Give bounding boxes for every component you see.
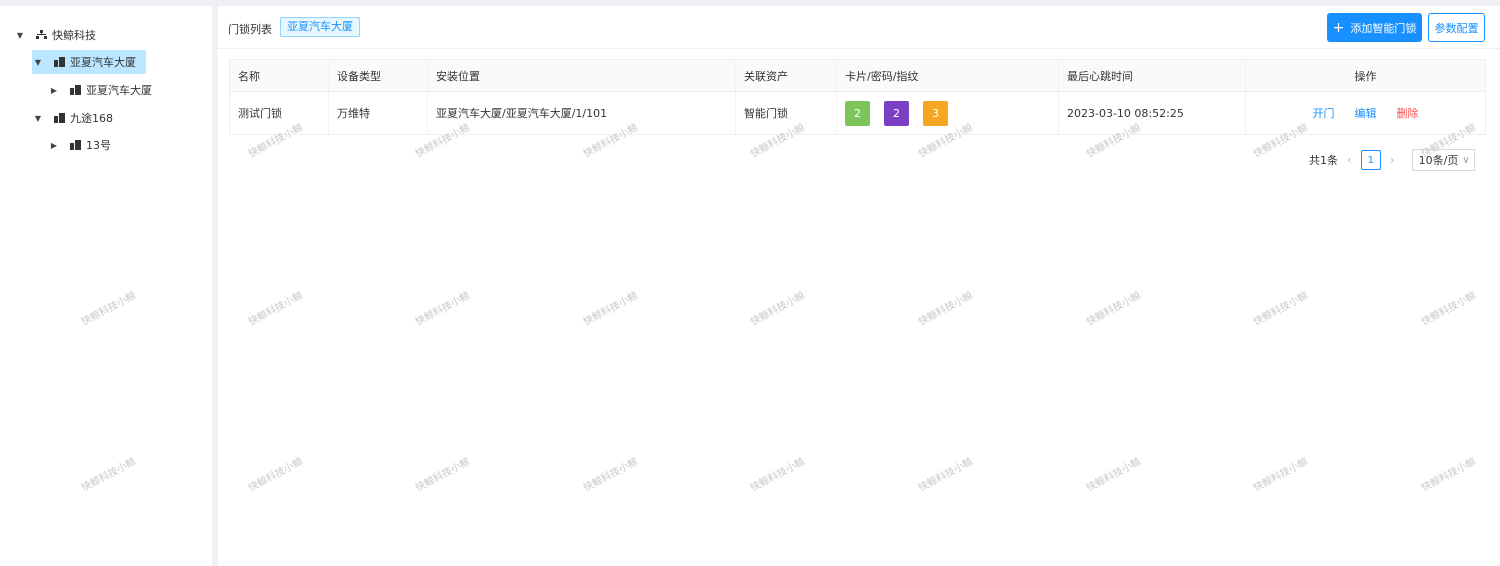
cell-type: 万维特 [329,92,428,134]
chevron-down-icon: ∨ [1462,154,1470,166]
tree-node-label: 亚夏汽车大厦 [86,84,152,97]
tree-node-label: 快鲸科技 [52,29,96,42]
org-tree-sidebar: ▼ 快鲸科技 ▼ 亚夏汽车大厦 ▶ 亚夏汽车大厦 ▼ 九途168 ▶ 13号 [0,6,212,566]
location-tag[interactable]: 亚夏汽车大厦 [280,17,360,37]
caret-down-icon[interactable]: ▼ [14,31,26,40]
tree-node-yaxia[interactable]: ▼ 亚夏汽车大厦 [32,50,146,74]
add-lock-label: 添加智能门锁 [1350,21,1417,35]
building-icon [52,113,66,123]
cell-asset: 智能门锁 [736,92,837,134]
param-config-button[interactable]: 参数配置 [1428,13,1485,42]
tree-node-jiutu[interactable]: ▼ 九途168 [32,106,113,130]
org-icon [34,30,48,40]
building-icon [68,140,82,150]
tree-node-root[interactable]: ▼ 快鲸科技 [14,23,96,47]
tree-node-label: 亚夏汽车大厦 [70,56,136,69]
caret-down-icon[interactable]: ▼ [32,114,44,123]
page-title: 门锁列表 [228,23,272,36]
col-heartbeat: 最后心跳时间 [1059,60,1246,91]
page-size-select[interactable]: 10条/页 ∨ [1411,149,1475,171]
cell-heartbeat: 2023-03-10 08:52:25 [1059,92,1246,134]
tree-node-label: 九途168 [70,112,113,125]
cell-credentials: 2 2 3 [837,92,1059,134]
cell-location: 亚夏汽车大厦/亚夏汽车大厦/1/101 [428,92,736,134]
cell-actions: 开门 编辑 删除 [1246,92,1485,134]
col-credentials: 卡片/密码/指纹 [837,60,1059,91]
fingerprint-count-badge[interactable]: 3 [923,100,948,126]
building-icon [52,57,66,67]
caret-down-icon[interactable]: ▼ [32,58,44,67]
tree-node-yaxia-child[interactable]: ▶ 亚夏汽车大厦 [48,78,152,102]
plus-icon: + [1332,19,1345,36]
tree-node-13[interactable]: ▶ 13号 [48,133,111,157]
caret-right-icon[interactable]: ▶ [48,141,60,150]
pagination: 共1条 ‹ 1 › 10条/页 ∨ [1309,149,1475,171]
prev-page-icon[interactable]: ‹ [1347,153,1352,167]
lock-table: 名称 设备类型 安装位置 关联资产 卡片/密码/指纹 最后心跳时间 操作 测试门… [229,59,1486,135]
col-name: 名称 [230,60,329,91]
tree-node-label: 13号 [86,139,111,152]
building-icon [68,85,82,95]
table-header: 名称 设备类型 安装位置 关联资产 卡片/密码/指纹 最后心跳时间 操作 [230,60,1485,92]
page-number[interactable]: 1 [1360,150,1381,170]
caret-right-icon[interactable]: ▶ [48,86,60,95]
col-actions: 操作 [1354,69,1377,83]
card-count-badge[interactable]: 2 [845,100,870,126]
page-size-value: 10条/页 [1418,154,1459,167]
edit-link[interactable]: 编辑 [1355,105,1377,121]
delete-link[interactable]: 删除 [1397,105,1419,121]
header-bar: 门锁列表 亚夏汽车大厦 + 添加智能门锁 参数配置 [218,6,1500,49]
col-type: 设备类型 [329,60,428,91]
main-panel: 门锁列表 亚夏汽车大厦 + 添加智能门锁 参数配置 名称 设备类型 安装位置 关… [218,6,1500,566]
table-row: 测试门锁 万维特 亚夏汽车大厦/亚夏汽车大厦/1/101 智能门锁 2 2 3 … [230,92,1485,134]
open-door-link[interactable]: 开门 [1313,105,1335,121]
total-count: 共1条 [1309,154,1338,167]
add-lock-button[interactable]: + 添加智能门锁 [1327,13,1422,42]
password-count-badge[interactable]: 2 [884,100,909,126]
col-asset: 关联资产 [736,60,837,91]
cell-name: 测试门锁 [230,92,329,134]
next-page-icon[interactable]: › [1390,153,1395,167]
col-location: 安装位置 [428,60,736,91]
